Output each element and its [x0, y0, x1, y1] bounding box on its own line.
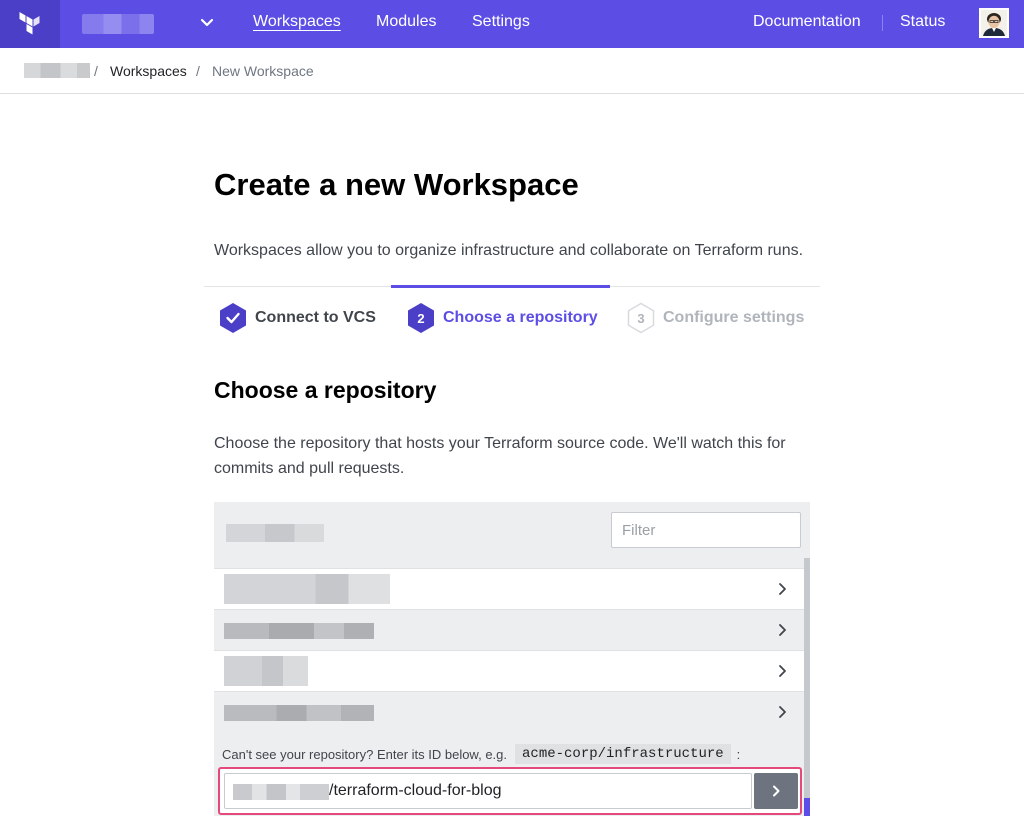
repository-name: [224, 574, 390, 604]
chevron-down-icon[interactable]: [198, 14, 216, 32]
nav-settings-link[interactable]: Settings: [472, 13, 530, 31]
top-navigation: Workspaces Modules Settings Documentatio…: [0, 0, 1024, 48]
nav-workspaces-link[interactable]: Workspaces: [253, 13, 341, 31]
active-step-indicator: [391, 285, 610, 288]
breadcrumb-workspaces-link[interactable]: Workspaces: [110, 63, 187, 79]
repository-panel: Can't see your repository? Enter its ID …: [214, 502, 810, 816]
repository-row[interactable]: [214, 568, 808, 609]
repository-name: [224, 623, 374, 639]
page-intro: Workspaces allow you to organize infrast…: [214, 242, 804, 259]
check-hexagon-icon: [219, 302, 247, 334]
repository-id-highlight: /terraform-cloud-for-blog: [218, 767, 802, 815]
repository-list: [214, 568, 808, 732]
breadcrumb-separator: /: [196, 63, 200, 79]
breadcrumb-current-page: New Workspace: [212, 63, 314, 79]
chevron-right-icon: [779, 624, 786, 636]
step-number-hexagon-icon: 2: [407, 302, 435, 334]
repository-row[interactable]: [214, 650, 808, 691]
repository-id-value: /terraform-cloud-for-blog: [329, 782, 502, 799]
step-choose-repository[interactable]: 2 Choose a repository: [407, 302, 598, 334]
repository-id-hint: Can't see your repository? Enter its ID …: [222, 744, 740, 764]
repository-row[interactable]: [214, 691, 808, 732]
breadcrumb-separator: /: [94, 63, 98, 79]
hint-text: Can't see your repository? Enter its ID …: [222, 746, 508, 762]
breadcrumb: / Workspaces / New Workspace: [0, 48, 1024, 94]
step-number: 2: [417, 310, 425, 326]
section-description: Choose the repository that hosts your Te…: [214, 435, 786, 477]
vcs-account-name: [226, 524, 324, 542]
continue-button[interactable]: [754, 773, 798, 809]
repository-name: [224, 656, 308, 686]
hint-example-code: acme-corp/infrastructure: [515, 744, 731, 764]
terraform-logo-icon[interactable]: [0, 0, 60, 48]
scrollbar-thumb[interactable]: [804, 798, 810, 816]
nav-documentation-link[interactable]: Documentation: [753, 13, 861, 31]
step-label: Connect to VCS: [255, 309, 376, 326]
chevron-right-icon: [779, 583, 786, 595]
nav-status-link[interactable]: Status: [900, 13, 945, 31]
organization-name[interactable]: [82, 14, 154, 34]
filter-input[interactable]: [611, 512, 801, 548]
step-label: Configure settings: [663, 309, 805, 326]
page-title: Create a new Workspace: [214, 167, 579, 202]
chevron-right-icon: [779, 665, 786, 677]
chevron-right-icon: [773, 785, 780, 797]
section-title: Choose a repository: [214, 377, 437, 403]
breadcrumb-organization[interactable]: [24, 63, 90, 78]
chevron-right-icon: [779, 706, 786, 718]
step-number: 3: [637, 310, 645, 326]
step-connect-vcs[interactable]: Connect to VCS: [219, 302, 376, 334]
user-avatar[interactable]: [979, 8, 1009, 38]
repository-name: [224, 705, 374, 721]
repository-owner: [233, 784, 329, 800]
repository-panel-header: [214, 502, 810, 568]
step-label: Choose a repository: [443, 309, 598, 326]
repository-list-scrollbar[interactable]: [804, 558, 810, 816]
nav-modules-link[interactable]: Modules: [376, 13, 436, 31]
repository-id-input[interactable]: /terraform-cloud-for-blog: [224, 773, 752, 809]
repository-row[interactable]: [214, 609, 808, 650]
step-configure-settings: 3 Configure settings: [627, 302, 804, 334]
hint-suffix: :: [736, 746, 741, 762]
step-number-hexagon-icon: 3: [627, 302, 655, 334]
nav-divider: [882, 15, 883, 31]
